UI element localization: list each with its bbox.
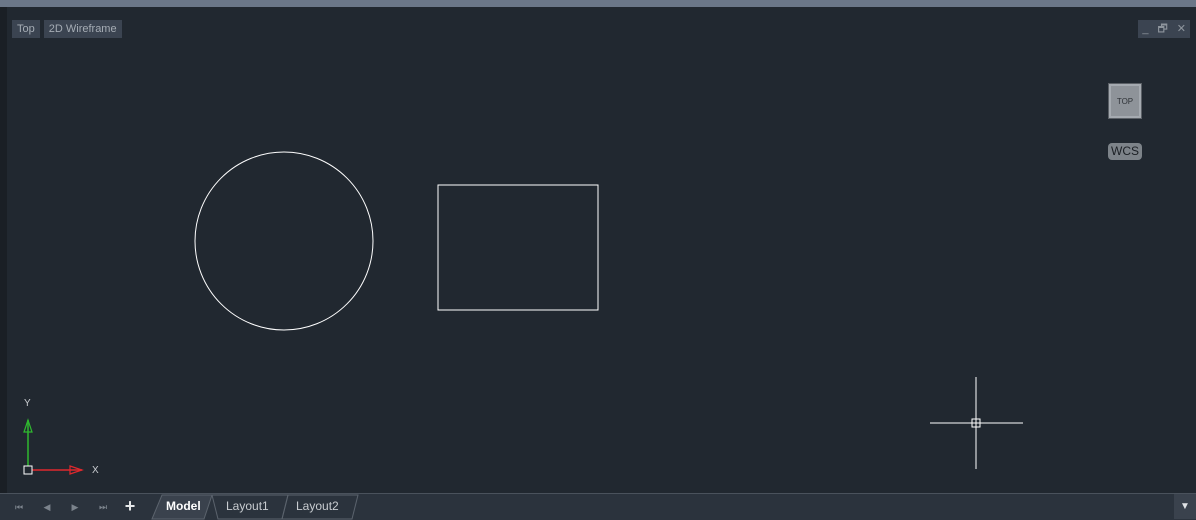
rectangle-entity[interactable] bbox=[437, 184, 599, 311]
last-icon[interactable]: ⏭ bbox=[96, 500, 110, 514]
ucs-icon bbox=[23, 418, 84, 475]
view-control-button[interactable]: Top bbox=[12, 20, 40, 38]
wcs-menu-button[interactable]: WCS bbox=[1108, 143, 1142, 160]
circle-entity[interactable] bbox=[194, 151, 374, 331]
prev-icon[interactable]: ◀ bbox=[40, 500, 54, 514]
viewport-window-controls: _ 🗗 ✕ bbox=[1138, 20, 1190, 38]
tab-layout2[interactable]: Layout2 bbox=[296, 495, 339, 518]
restore-icon[interactable]: 🗗 bbox=[1157, 20, 1167, 38]
crosshair-cursor-icon bbox=[930, 377, 1023, 469]
add-icon[interactable]: + bbox=[122, 496, 138, 516]
tab-layout1[interactable]: Layout1 bbox=[226, 495, 269, 518]
minimize-icon[interactable]: _ bbox=[1142, 20, 1148, 38]
visual-style-button[interactable]: 2D Wireframe bbox=[43, 20, 122, 38]
dropdown-icon[interactable]: ▼ bbox=[1174, 494, 1196, 519]
ucs-x-label: X bbox=[92, 465, 99, 476]
viewport-controls: Top 2D Wireframe bbox=[12, 20, 122, 38]
close-icon[interactable]: ✕ bbox=[1177, 20, 1186, 38]
layout-tab-bar: ⏮ ◀ ▶ ⏭ + Model Layout1 Layout2 ▼ bbox=[0, 493, 1196, 520]
drawing-canvas[interactable] bbox=[0, 0, 1196, 493]
viewcube-face-label: TOP bbox=[1116, 96, 1134, 106]
tab-model[interactable]: Model bbox=[166, 495, 201, 518]
next-icon[interactable]: ▶ bbox=[68, 500, 82, 514]
viewcube[interactable]: TOP bbox=[1108, 83, 1142, 119]
first-icon[interactable]: ⏮ bbox=[12, 500, 26, 514]
ucs-y-label: Y bbox=[24, 398, 31, 409]
